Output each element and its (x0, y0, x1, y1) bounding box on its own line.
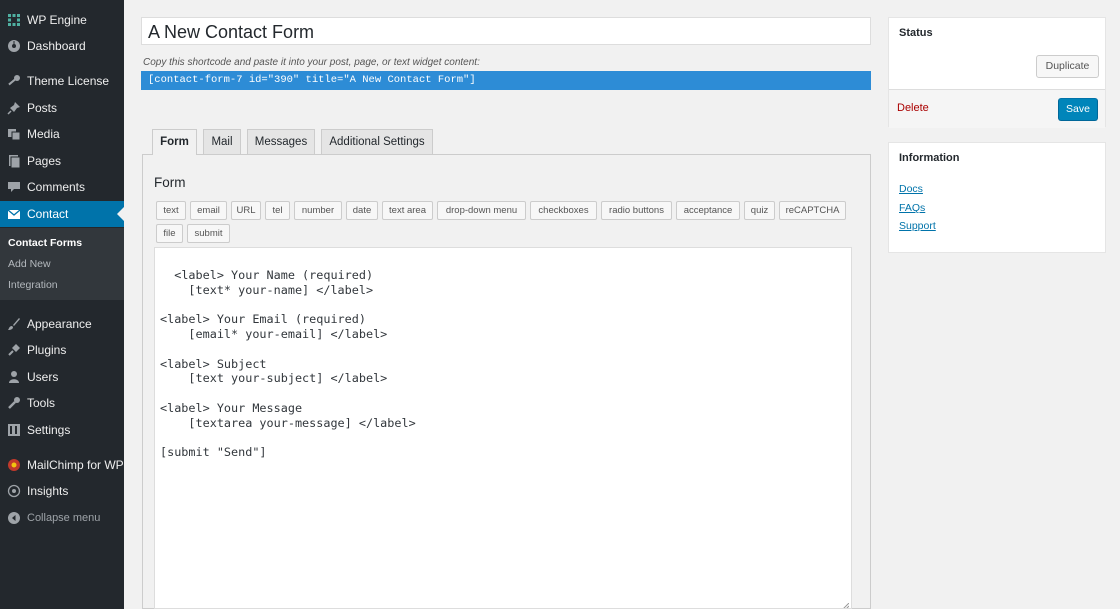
faqs-link[interactable]: FAQs (899, 202, 925, 214)
sidebar-item-users[interactable]: Users (0, 364, 124, 390)
key-icon (7, 74, 21, 88)
tag-button-date[interactable]: date (346, 201, 378, 220)
users-icon (7, 370, 21, 384)
pin-icon (7, 101, 21, 115)
collapse-icon (7, 511, 21, 525)
plugin-icon (7, 343, 21, 357)
sidebar-item-label: Contact (27, 207, 69, 221)
collapse-menu-label: Collapse menu (27, 512, 101, 524)
form-title-input[interactable]: A New Contact Form (141, 17, 871, 45)
tag-button-drop-down-menu[interactable]: drop-down menu (437, 201, 526, 220)
tag-button-url[interactable]: URL (231, 201, 261, 220)
sidebar-item-label: Appearance (27, 317, 92, 331)
information-box: Information Docs FAQs Support (888, 142, 1106, 253)
tag-button-quiz[interactable]: quiz (744, 201, 775, 220)
wrench-icon (7, 396, 21, 410)
tag-button-number[interactable]: number (294, 201, 342, 220)
sidebar-item-contact[interactable]: Contact (0, 201, 124, 227)
mailchimp-icon (7, 458, 21, 472)
contact-submenu: Contact Forms Add New Integration (0, 228, 124, 300)
tag-button-radio-buttons[interactable]: radio buttons (601, 201, 672, 220)
form-template-editor[interactable]: <label> Your Name (required) [text* your… (154, 247, 852, 609)
sidebar-item-label: Settings (27, 423, 71, 437)
sidebar-item-appearance[interactable]: Appearance (0, 311, 124, 337)
status-box: Status Duplicate Delete Save (888, 17, 1106, 128)
sidebar-item-media[interactable]: Media (0, 121, 124, 147)
tag-button-checkboxes[interactable]: checkboxes (530, 201, 597, 220)
sidebar-item-tools[interactable]: Tools (0, 390, 124, 416)
sidebar-item-label: Tools (27, 396, 56, 410)
wp-engine-icon (7, 13, 21, 27)
sidebar-item-dashboard[interactable]: Dashboard (0, 33, 124, 59)
pages-icon (7, 154, 21, 168)
tag-button-submit[interactable]: submit (187, 224, 230, 243)
sidebar-item-theme-license[interactable]: Theme License (0, 68, 124, 94)
status-title: Status (899, 27, 933, 39)
sidebar-item-label: MailChimp for WP (27, 458, 124, 472)
brush-icon (7, 317, 21, 331)
sidebar-item-comments[interactable]: Comments (0, 174, 124, 200)
sidebar-item-mailchimp[interactable]: MailChimp for WP (0, 452, 124, 478)
shortcode-hint: Copy this shortcode and paste it into yo… (143, 57, 480, 68)
insights-icon (7, 484, 21, 498)
tab-form[interactable]: Form (152, 129, 197, 155)
tag-button-tel[interactable]: tel (265, 201, 290, 220)
sidebar-item-wp-engine[interactable]: WP Engine (0, 7, 124, 33)
submenu-integration[interactable]: Integration (8, 279, 58, 291)
sidebar-item-label: Insights (27, 484, 69, 498)
docs-link[interactable]: Docs (899, 183, 923, 195)
tag-button-email[interactable]: email (190, 201, 227, 220)
tag-button-text[interactable]: text (156, 201, 186, 220)
mail-icon (7, 207, 21, 221)
tag-button-file[interactable]: file (156, 224, 183, 243)
tab-messages[interactable]: Messages (247, 129, 315, 154)
form-template-text: <label> Your Name (required) [text* your… (160, 267, 416, 460)
sidebar-item-label: WP Engine (27, 13, 87, 27)
sidebar-item-label: Pages (27, 154, 62, 168)
settings-icon (7, 423, 21, 437)
media-icon (7, 127, 21, 141)
tab-additional-settings[interactable]: Additional Settings (321, 129, 433, 154)
sidebar-item-posts[interactable]: Posts (0, 95, 124, 121)
admin-sidebar: WP Engine Dashboard Theme License Posts … (0, 0, 124, 609)
sidebar-item-label: Comments (27, 180, 86, 194)
tab-mail[interactable]: Mail (203, 129, 241, 154)
sidebar-item-label: Dashboard (27, 39, 86, 53)
sidebar-item-label: Theme License (27, 74, 110, 88)
submenu-contact-forms[interactable]: Contact Forms (8, 237, 82, 249)
collapse-menu-button[interactable]: Collapse menu (0, 505, 124, 531)
sidebar-item-label: Posts (27, 101, 58, 115)
status-actions-bar: Delete Save (889, 89, 1105, 128)
tag-button-text-area[interactable]: text area (382, 201, 433, 220)
tag-button-acceptance[interactable]: acceptance (676, 201, 740, 220)
sidebar-item-label: Media (27, 127, 60, 141)
submenu-add-new[interactable]: Add New (8, 258, 51, 270)
resize-grip-icon[interactable] (842, 599, 850, 608)
save-button[interactable]: Save (1058, 98, 1098, 121)
sidebar-item-insights[interactable]: Insights (0, 478, 124, 504)
tag-button-recaptcha[interactable]: reCAPTCHA (779, 201, 846, 220)
delete-link[interactable]: Delete (897, 102, 929, 114)
sidebar-item-label: Plugins (27, 343, 67, 357)
sidebar-item-pages[interactable]: Pages (0, 148, 124, 174)
sidebar-item-settings[interactable]: Settings (0, 417, 124, 443)
comments-icon (7, 180, 21, 194)
duplicate-button[interactable]: Duplicate (1036, 55, 1099, 78)
information-title: Information (899, 152, 960, 164)
form-heading: Form (154, 175, 186, 190)
dashboard-icon (7, 39, 21, 53)
sidebar-item-label: Users (27, 370, 59, 384)
sidebar-item-plugins[interactable]: Plugins (0, 337, 124, 363)
shortcode-field[interactable]: [contact-form-7 id="390" title="A New Co… (141, 71, 871, 90)
support-link[interactable]: Support (899, 220, 936, 232)
